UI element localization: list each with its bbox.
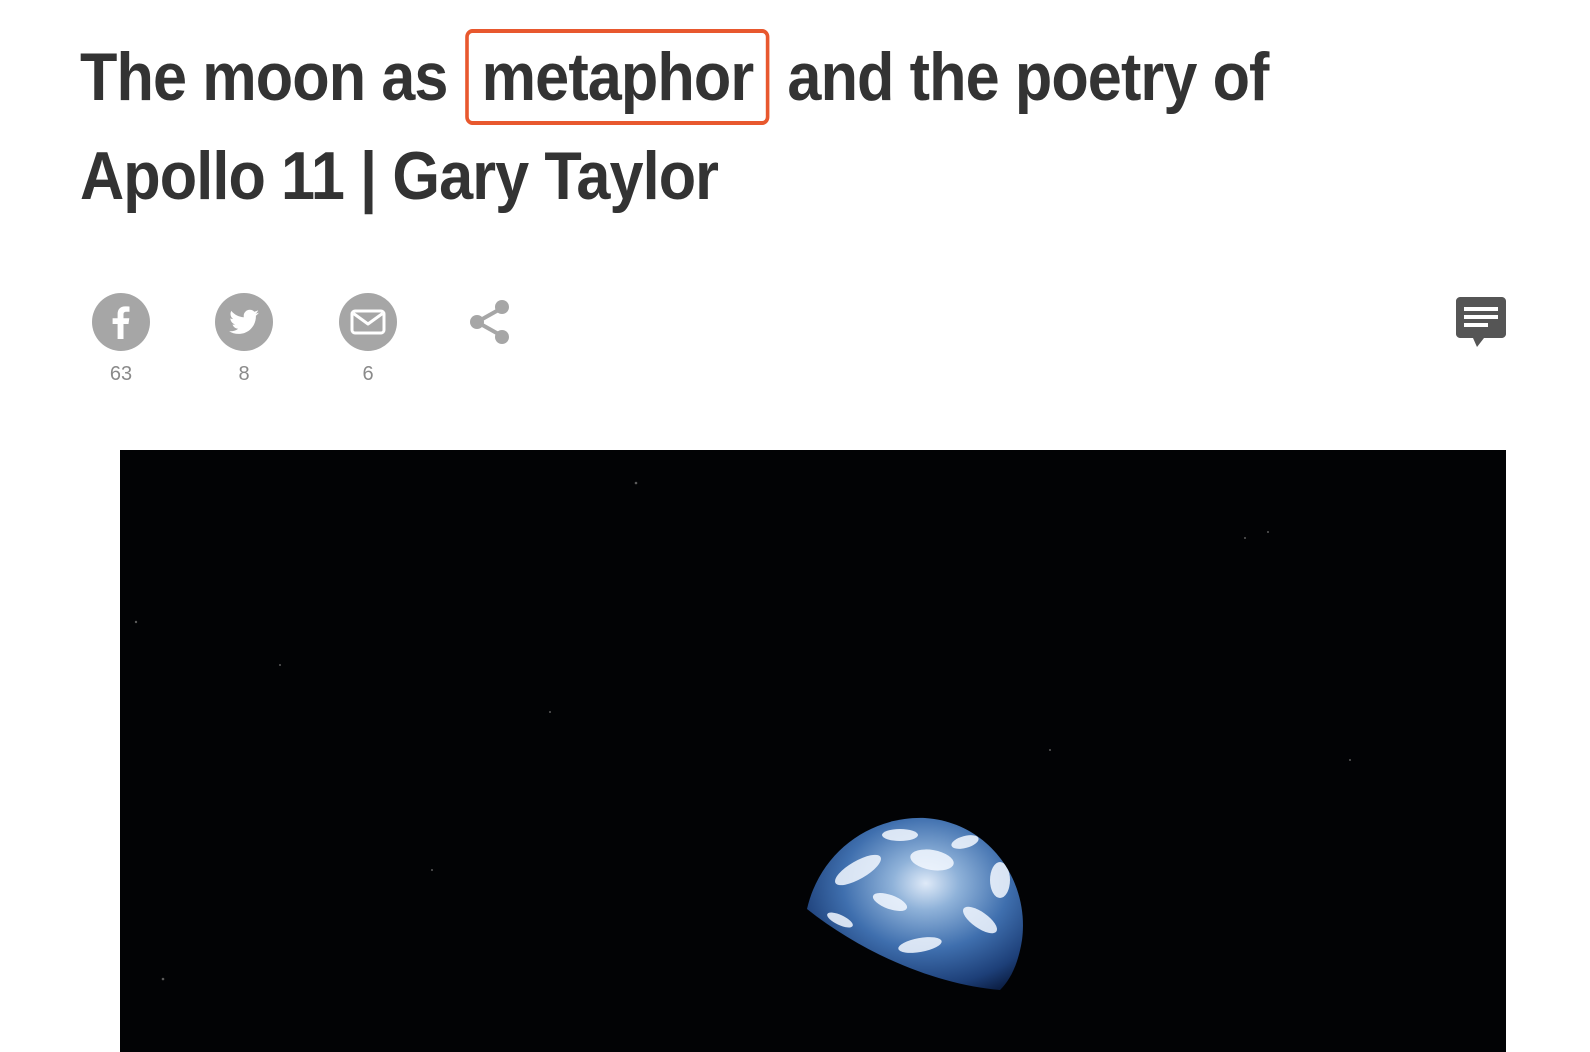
share-bar: 63 8 6 <box>0 290 1590 400</box>
facebook-share-count: 63 <box>109 363 133 385</box>
facebook-share[interactable]: 63 <box>86 290 156 386</box>
comment-icon[interactable] <box>1454 294 1508 350</box>
earthrise-image <box>120 450 1506 1052</box>
twitter-share-count: 8 <box>238 363 250 385</box>
article-headline: The moon as metaphor and the poetry of A… <box>80 28 1385 226</box>
email-share[interactable]: 6 <box>333 290 403 386</box>
twitter-icon[interactable] <box>215 293 273 351</box>
email-icon[interactable] <box>339 293 397 351</box>
headline-text-start: The moon as <box>80 39 448 115</box>
facebook-icon[interactable] <box>92 293 150 351</box>
twitter-share[interactable]: 8 <box>209 290 279 386</box>
earthrise-photo <box>120 450 1506 1052</box>
email-share-count: 6 <box>362 363 374 385</box>
share-icon[interactable] <box>462 290 518 354</box>
highlighted-word: metaphor <box>465 29 770 125</box>
